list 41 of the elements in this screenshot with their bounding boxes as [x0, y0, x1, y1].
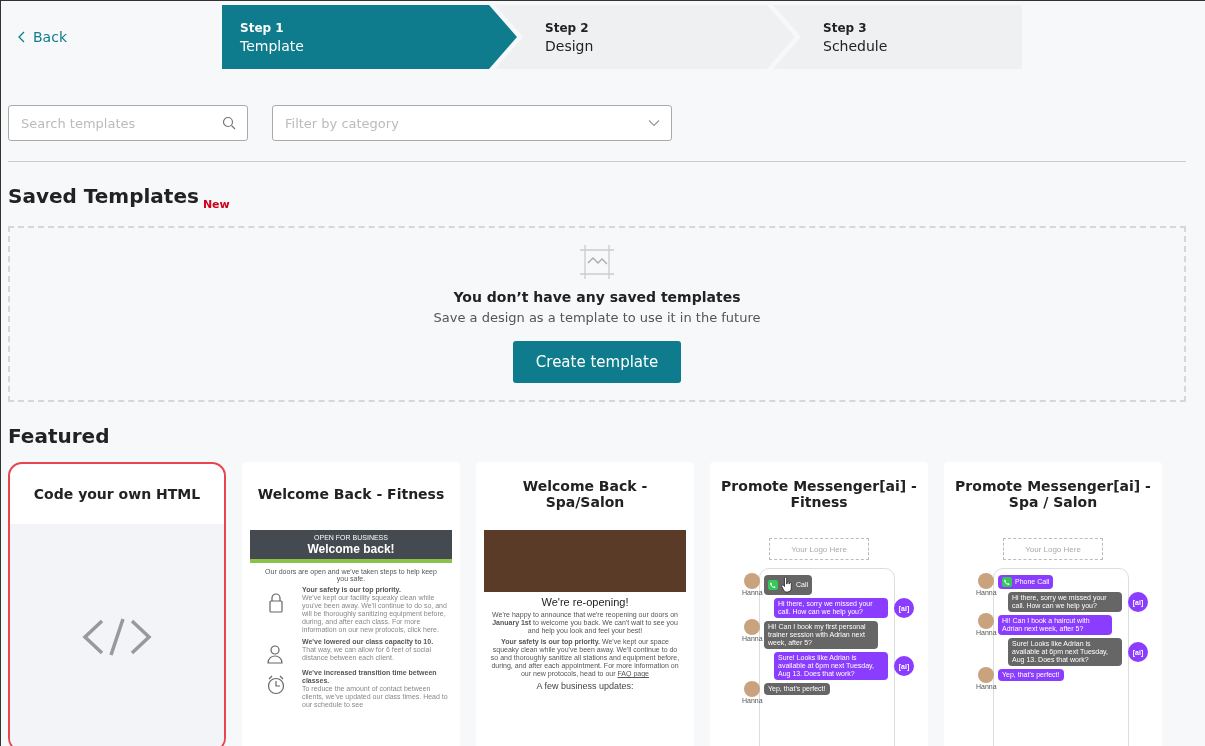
new-label: New — [202, 198, 230, 211]
template-card[interactable]: Code your own HTML — [8, 462, 226, 746]
card-title: Promote Messenger[ai] - Spa / Salon — [954, 477, 1152, 512]
card-title: Welcome Back - Spa/Salon — [521, 477, 649, 512]
code-icon — [82, 618, 152, 656]
people-icon — [267, 644, 285, 666]
email-heading: We're re-opening! — [540, 596, 630, 608]
section-title: Featured — [8, 424, 110, 448]
avatar — [978, 573, 995, 589]
section-title: Saved Templates — [8, 184, 199, 208]
step-tab[interactable]: Step 2 Design — [495, 5, 795, 69]
template-card[interactable] — [242, 462, 460, 746]
back-button[interactable]: Back — [8, 29, 67, 45]
email-subheading: A few business updates: — [535, 681, 635, 692]
category-dropdown[interactable]: Filter by category — [272, 105, 672, 141]
template-card[interactable] — [944, 462, 1162, 746]
card-title: Welcome Back - Fitness — [256, 485, 446, 504]
padlock-icon — [267, 592, 285, 613]
search-field[interactable]: Search templates — [8, 105, 248, 141]
image-placeholder-icon — [580, 245, 614, 279]
caret-icon — [648, 119, 660, 127]
avatar — [978, 613, 995, 630]
step-tab[interactable]: Step 3 Schedule — [773, 5, 1022, 69]
avatar — [978, 667, 995, 684]
email-heading: Welcome back! — [306, 542, 396, 556]
chevron-left-icon — [18, 31, 25, 43]
card-title: Promote Messenger[ai] - Fitness — [720, 477, 918, 512]
alarm-clock-icon — [267, 675, 285, 697]
avatar — [744, 619, 761, 636]
logo-placeholder: Your Logo Here — [1003, 538, 1103, 560]
empty-state-title: You don’t have any saved templates — [453, 289, 741, 305]
empty-state-text: Save a design as a template to use it in the future — [433, 310, 761, 325]
template-card[interactable] — [710, 462, 928, 746]
avatar — [744, 573, 761, 589]
step-tab[interactable]: Step 1 Template — [222, 5, 517, 69]
card-title: Code your own HTML — [32, 485, 202, 504]
template-card[interactable] — [476, 462, 694, 746]
search-icon — [222, 116, 236, 130]
create-template-button[interactable]: Create template — [512, 341, 682, 383]
avatar — [744, 681, 761, 698]
logo-placeholder: Your Logo Here — [769, 538, 869, 560]
